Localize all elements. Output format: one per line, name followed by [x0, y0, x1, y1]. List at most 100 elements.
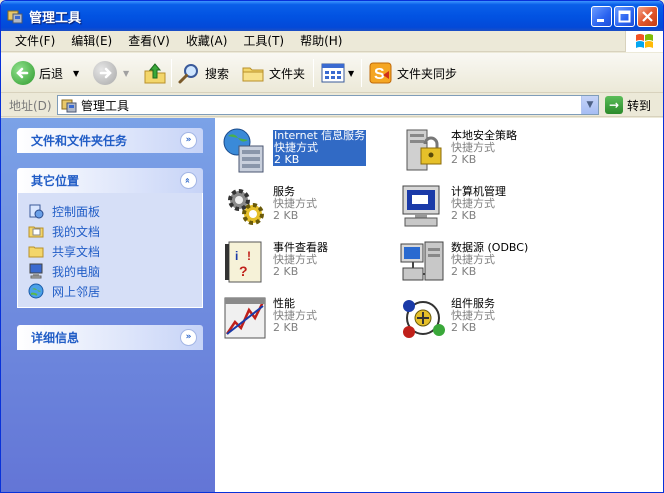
views-dropdown-icon[interactable]: ▼: [348, 69, 354, 78]
svg-text:i: i: [235, 249, 238, 263]
file-text: 性能 快捷方式 2 KB: [273, 298, 393, 334]
file-text: 数据源 (ODBC) 快捷方式 2 KB: [451, 242, 571, 278]
forward-button[interactable]: ▼: [93, 55, 129, 91]
computer-management-icon: [399, 182, 447, 230]
my-documents-icon: [28, 223, 44, 239]
network-globe-icon: [28, 283, 44, 299]
folders-label: 文件夹: [269, 66, 306, 81]
forward-dropdown-icon[interactable]: ▼: [123, 69, 129, 78]
back-dropdown-icon[interactable]: ▼: [73, 69, 79, 78]
services-icon: [221, 182, 269, 230]
menu-view[interactable]: 查看(V): [120, 31, 178, 52]
svg-text:!: !: [247, 249, 251, 263]
file-size: 2 KB: [451, 209, 477, 222]
link-network-places[interactable]: 网上邻居: [28, 281, 202, 301]
svg-text:?: ?: [239, 263, 248, 279]
file-text: Internet 信息服务 快捷方式 2 KB: [273, 130, 393, 166]
file-tasks-header[interactable]: 文件和文件夹任务 »: [17, 128, 203, 153]
file-item-performance[interactable]: 性能 快捷方式 2 KB: [217, 290, 397, 346]
other-places-header[interactable]: 其它位置 »: [17, 168, 203, 193]
menu-help[interactable]: 帮助(H): [292, 31, 350, 52]
file-text: 事件查看器 快捷方式 2 KB: [273, 242, 393, 278]
file-size: 2 KB: [451, 265, 477, 278]
go-arrow-icon: →: [605, 96, 623, 114]
file-list-view[interactable]: Internet 信息服务 快捷方式 2 KB 本地安全策略 快捷方式 2 KB…: [215, 118, 663, 492]
admin-tools-icon: [61, 97, 77, 113]
details-title: 详细信息: [31, 331, 80, 345]
svg-text:S: S: [374, 66, 385, 83]
other-places-panel: 其它位置 » 控制面板 我的文档 共享文档 我的电脑 网上邻居: [17, 168, 203, 308]
windows-logo-icon: [625, 31, 663, 52]
window-title: 管理工具: [29, 10, 82, 26]
task-pane: 文件和文件夹任务 » 其它位置 » 控制面板 我的文档 共享文档 我的电脑 网上…: [1, 118, 215, 492]
sync-icon: S: [369, 62, 392, 84]
back-label: 后退: [39, 66, 64, 81]
file-text: 组件服务 快捷方式 2 KB: [451, 298, 571, 334]
file-item-computer-management[interactable]: 计算机管理 快捷方式 2 KB: [395, 178, 575, 234]
collapse-chevron-icon[interactable]: »: [180, 172, 197, 189]
address-input[interactable]: 管理工具 ▼: [57, 95, 599, 115]
control-panel-icon: [28, 203, 44, 219]
file-item-event-viewer[interactable]: i ! ? 事件查看器 快捷方式 2 KB: [217, 234, 397, 290]
menu-edit[interactable]: 编辑(E): [63, 31, 120, 52]
toolbar: 后退 ▼ ▼ 搜索 文件夹 ▼ S 文件夹同步: [1, 53, 663, 93]
menu-tools[interactable]: 工具(T): [235, 31, 292, 52]
go-label: 转到: [627, 98, 652, 113]
folder-icon: [242, 67, 264, 82]
views-button[interactable]: ▼: [321, 55, 354, 91]
details-panel: 详细信息 »: [17, 325, 203, 350]
folder-sync-button[interactable]: S 文件夹同步: [369, 55, 457, 91]
file-item-odbc[interactable]: 数据源 (ODBC) 快捷方式 2 KB: [395, 234, 575, 290]
file-item-local-security-policy[interactable]: 本地安全策略 快捷方式 2 KB: [395, 122, 575, 178]
address-label: 地址(D): [9, 99, 52, 113]
component-services-icon: [399, 294, 447, 342]
link-label: 控制面板: [52, 204, 101, 219]
title-bar[interactable]: 管理工具: [1, 1, 663, 31]
folders-button[interactable]: 文件夹: [241, 55, 305, 91]
file-tasks-title: 文件和文件夹任务: [31, 134, 128, 148]
explorer-window: 管理工具 文件(F) 编辑(E) 查看(V) 收藏(A) 工具(T) 帮助(H): [0, 0, 664, 493]
menu-favorites[interactable]: 收藏(A): [178, 31, 236, 52]
link-label: 我的电脑: [52, 264, 101, 279]
back-button[interactable]: 后退 ▼: [11, 55, 79, 91]
toolbar-separator: [361, 59, 362, 87]
views-grid-icon: [321, 63, 345, 83]
details-header[interactable]: 详细信息 »: [17, 325, 203, 350]
link-label: 我的文档: [52, 224, 101, 239]
close-button[interactable]: [637, 6, 658, 27]
search-icon: [178, 64, 198, 84]
link-label: 网上邻居: [52, 284, 101, 299]
performance-icon: [221, 294, 269, 342]
my-computer-icon: [28, 263, 44, 279]
maximize-button[interactable]: [614, 6, 635, 27]
go-button[interactable]: → 转到: [605, 96, 651, 114]
toolbar-separator: [313, 59, 314, 87]
iis-icon: [221, 126, 269, 174]
toolbar-separator: [171, 59, 172, 87]
search-label: 搜索: [205, 66, 230, 81]
file-size: 2 KB: [451, 321, 477, 334]
search-button[interactable]: 搜索: [177, 55, 229, 91]
file-item-component-services[interactable]: 组件服务 快捷方式 2 KB: [395, 290, 575, 346]
address-dropdown-button[interactable]: ▼: [581, 96, 598, 114]
up-folder-icon: [144, 63, 166, 84]
link-my-computer[interactable]: 我的电脑: [28, 261, 202, 281]
address-bar: 地址(D) 管理工具 ▼ → 转到: [1, 93, 663, 117]
minimize-button[interactable]: [591, 6, 612, 27]
admin-tools-icon: [7, 8, 23, 24]
menu-file[interactable]: 文件(F): [1, 31, 63, 52]
event-viewer-icon: i ! ?: [221, 238, 269, 286]
menu-bar: 文件(F) 编辑(E) 查看(V) 收藏(A) 工具(T) 帮助(H): [1, 31, 663, 52]
file-item-services[interactable]: 服务 快捷方式 2 KB: [217, 178, 397, 234]
local-security-policy-icon: [399, 126, 447, 174]
up-folder-button[interactable]: [143, 55, 167, 91]
file-item-iis[interactable]: Internet 信息服务 快捷方式 2 KB: [217, 122, 397, 178]
link-my-documents[interactable]: 我的文档: [28, 221, 202, 241]
link-shared-documents[interactable]: 共享文档: [28, 241, 202, 261]
link-control-panel[interactable]: 控制面板: [28, 201, 202, 221]
file-text: 本地安全策略 快捷方式 2 KB: [451, 130, 571, 166]
expand-chevron-icon[interactable]: »: [180, 329, 197, 346]
file-size: 2 KB: [273, 321, 299, 334]
other-places-body: 控制面板 我的文档 共享文档 我的电脑 网上邻居: [17, 193, 203, 308]
expand-chevron-icon[interactable]: »: [180, 132, 197, 149]
